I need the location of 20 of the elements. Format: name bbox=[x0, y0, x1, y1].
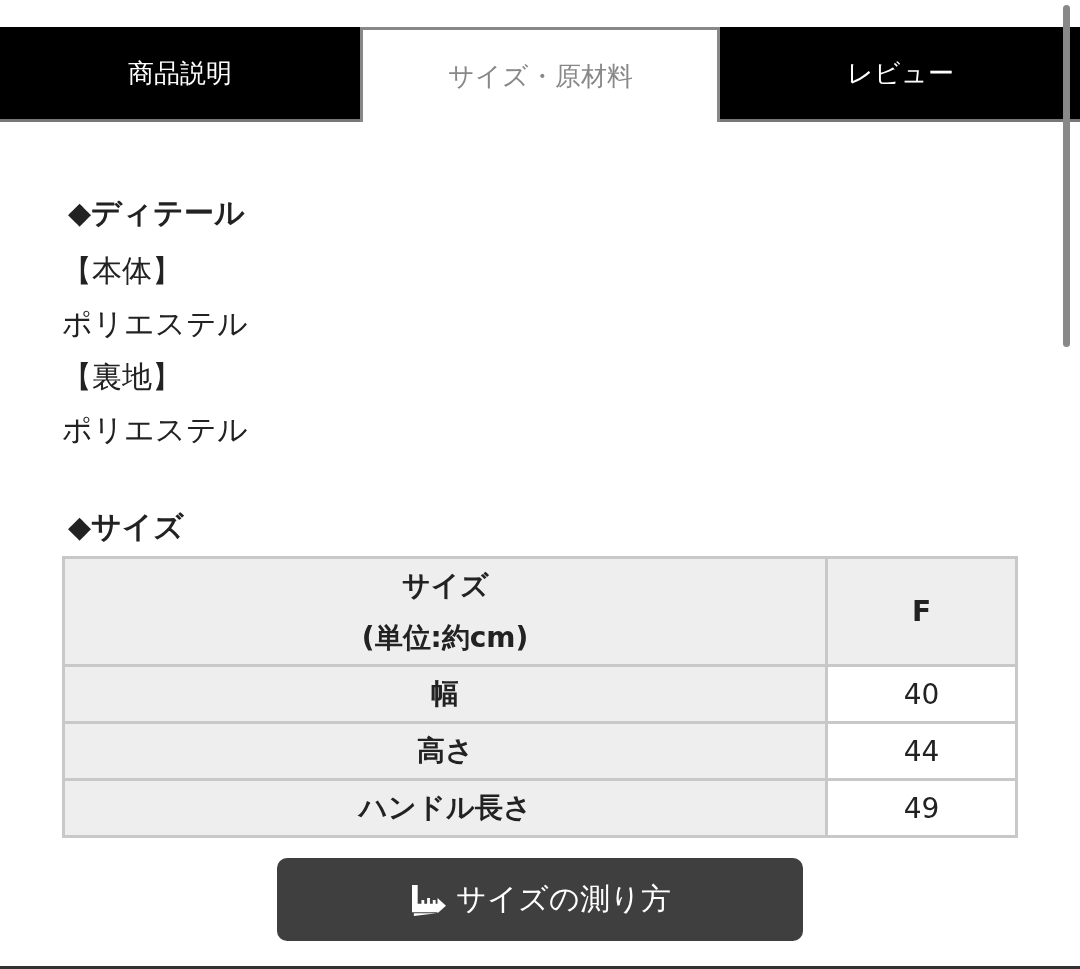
tab[interactable]: レビュー bbox=[720, 27, 1080, 122]
detail-text: ポリエステル bbox=[62, 305, 249, 343]
row-header: 高さ bbox=[63, 722, 827, 780]
column-header: F bbox=[826, 557, 1017, 666]
table-cell: 40 bbox=[826, 665, 1017, 723]
row-header: ハンドル長さ bbox=[63, 779, 827, 837]
scrollbar[interactable] bbox=[1063, 5, 1070, 347]
row-header: 幅 bbox=[63, 665, 827, 723]
detail-text: 【裏地】 bbox=[62, 358, 183, 396]
column-header: サイズ (単位:約cm) bbox=[63, 557, 827, 666]
detail-text: ポリエステル bbox=[62, 411, 249, 449]
table-cell: 49 bbox=[826, 779, 1017, 837]
table-cell: 44 bbox=[826, 722, 1017, 780]
size-guide-button[interactable]: サイズの測り方 bbox=[277, 858, 803, 941]
detail-text: 【本体】 bbox=[62, 252, 183, 290]
section-heading: ◆ディテール bbox=[67, 194, 247, 232]
tab[interactable]: 商品説明 bbox=[0, 27, 360, 122]
tab[interactable]: サイズ・原材料 bbox=[360, 27, 720, 122]
ruler-icon bbox=[409, 882, 448, 917]
section-heading: ◆サイズ bbox=[67, 508, 186, 546]
